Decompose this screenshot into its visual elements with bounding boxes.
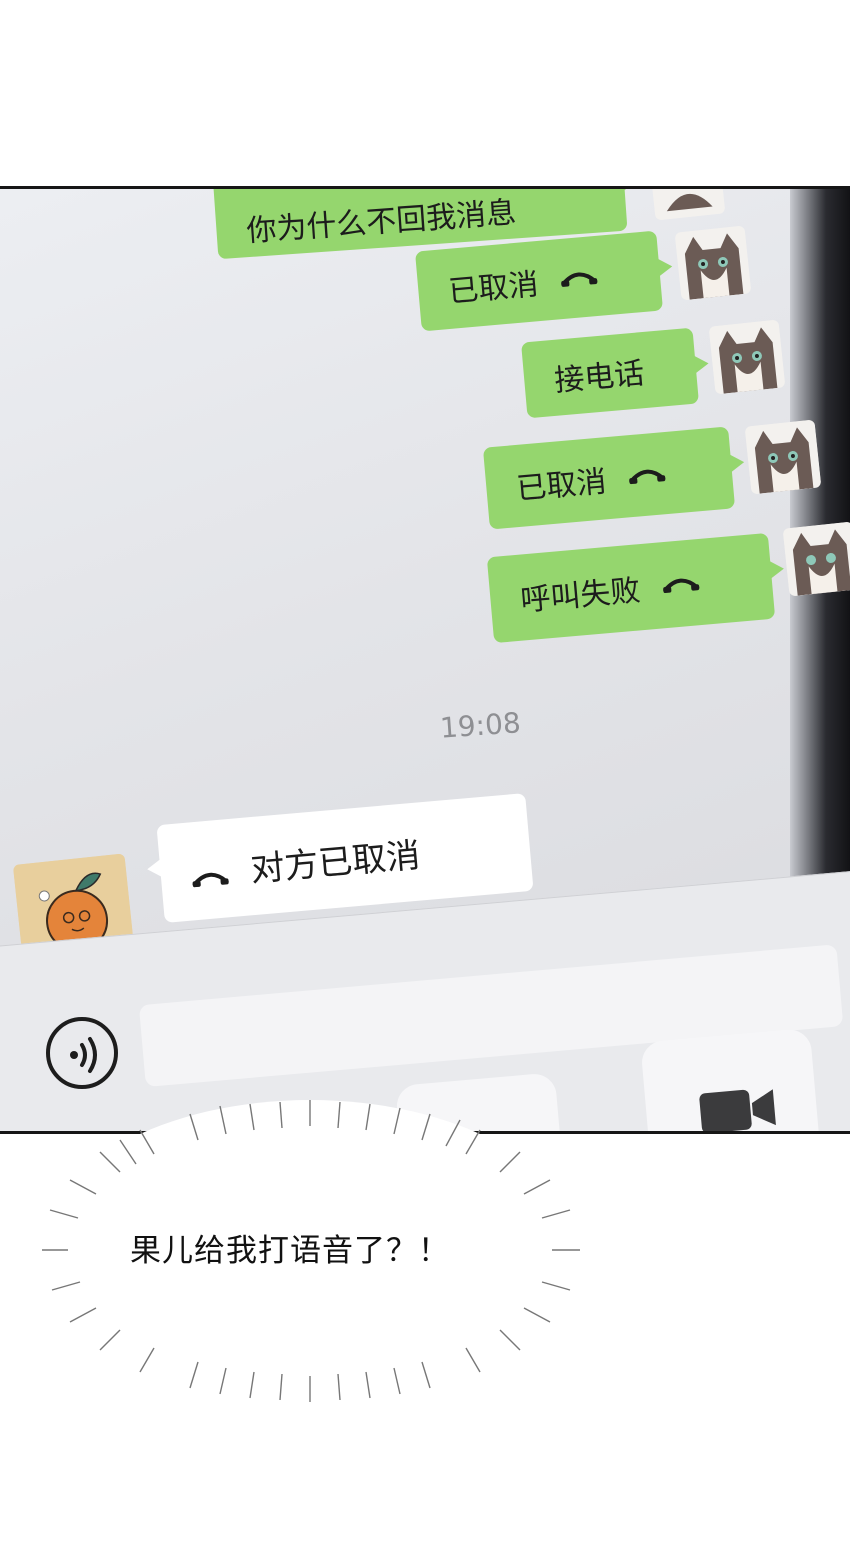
message-text: 呼叫失败 <box>519 573 642 619</box>
cat-face-icon <box>744 419 822 495</box>
phone-handset-icon <box>663 578 700 594</box>
message-text: 已取消 <box>515 464 608 508</box>
cat-avatar[interactable] <box>708 319 786 395</box>
cat-face-icon <box>674 225 752 301</box>
cat-face-icon <box>708 319 786 395</box>
message-timestamp: 19:08 <box>438 706 522 745</box>
cat-face-icon <box>782 521 850 597</box>
phone-handset-icon <box>629 469 666 485</box>
voice-wave-icon <box>70 1037 97 1073</box>
cat-avatar[interactable] <box>674 225 752 301</box>
message-text: 已取消 <box>447 267 540 310</box>
cat-avatar[interactable] <box>782 521 850 597</box>
cat-avatar[interactable] <box>744 419 822 495</box>
thought-text: 果儿给我打语音了？！ <box>130 1233 450 1269</box>
comic-panel: 你为什么不回我消息 已取消 接电话 已取消 呼叫失败 19:08 对方已取消 <box>0 186 850 1134</box>
message-bubble-outgoing[interactable]: 接电话 <box>521 327 699 419</box>
phone-handset-icon <box>192 872 229 888</box>
message-text: 接电话 <box>552 356 646 399</box>
phone-handset-icon <box>561 272 598 287</box>
message-text: 对方已取消 <box>248 835 422 890</box>
message-text: 你为什么不回我消息 <box>245 195 518 250</box>
voice-toggle-button[interactable] <box>46 1017 118 1089</box>
